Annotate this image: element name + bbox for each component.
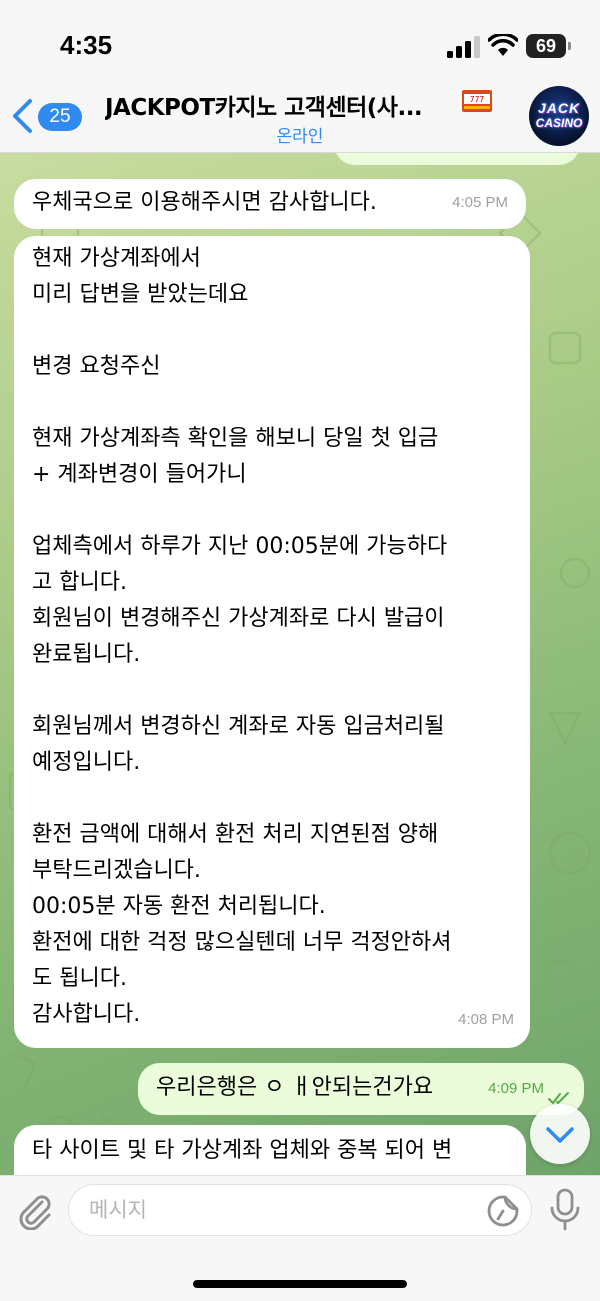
battery-icon: 69 xyxy=(526,34,566,58)
status-time: 4:35 xyxy=(60,30,113,60)
chat-messages-area[interactable]: 우체국으로 이용해주시면 감사합니다. 4:05 PM 현재 가상계좌에서 미리… xyxy=(0,153,600,1175)
double-check-icon xyxy=(548,1092,569,1105)
chat-header: 25 JACKPOT카지노 고객센터(사... 777 온라인 JACK CAS… xyxy=(0,80,600,153)
home-indicator xyxy=(193,1280,407,1288)
message-time: 4:09 PM xyxy=(488,1080,544,1097)
status-bar: 4:35 69 xyxy=(0,0,600,80)
wifi-icon xyxy=(488,34,518,56)
avatar[interactable]: JACK CASINO xyxy=(529,86,589,146)
message-bubble-incoming[interactable]: 현재 가상계좌에서 미리 답변을 받았는데요 변경 요청주신 현재 가상계좌측 … xyxy=(14,236,530,1048)
message-input[interactable] xyxy=(68,1184,532,1236)
chat-title[interactable]: JACKPOT카지노 고객센터(사... xyxy=(105,88,490,122)
message-bubble-incoming[interactable]: 우체국으로 이용해주시면 감사합니다. 4:05 PM xyxy=(14,179,526,229)
sticker-icon[interactable] xyxy=(486,1194,520,1228)
chevron-down-icon xyxy=(546,1127,574,1143)
message-bubble-incoming[interactable]: 타 사이트 및 타 가상계좌 업체와 중복 되어 변 xyxy=(14,1125,526,1175)
message-text: 현재 가상계좌에서 미리 답변을 받았는데요 변경 요청주신 현재 가상계좌측 … xyxy=(32,246,452,1027)
message-time: 4:05 PM xyxy=(452,194,508,211)
scroll-to-bottom-button[interactable] xyxy=(530,1104,590,1164)
message-text: 타 사이트 및 타 가상계좌 업체와 중복 되어 변 xyxy=(32,1138,453,1163)
message-text: 우리은행은 ㅇ ㅐ안되는건가요 xyxy=(156,1075,434,1100)
message-input-bar xyxy=(0,1175,600,1301)
svg-text:777: 777 xyxy=(470,95,485,104)
avatar-subtext: CASINO xyxy=(535,116,583,130)
message-time: 4:08 PM xyxy=(458,1011,514,1028)
slot-machine-icon: 777 xyxy=(462,90,492,112)
signal-icon xyxy=(447,36,480,58)
online-status: 온라인 xyxy=(276,127,324,147)
message-bubble-outgoing[interactable]: 우리은행은 ㅇ ㅐ안되는건가요 4:09 PM xyxy=(138,1063,584,1115)
message-bubble-previous xyxy=(334,153,580,165)
avatar-text: JACK xyxy=(537,100,581,116)
paperclip-icon[interactable] xyxy=(14,1190,54,1230)
battery-tip xyxy=(568,42,571,50)
message-text: 우체국으로 이용해주시면 감사합니다. xyxy=(32,190,377,215)
microphone-icon[interactable] xyxy=(548,1188,582,1232)
